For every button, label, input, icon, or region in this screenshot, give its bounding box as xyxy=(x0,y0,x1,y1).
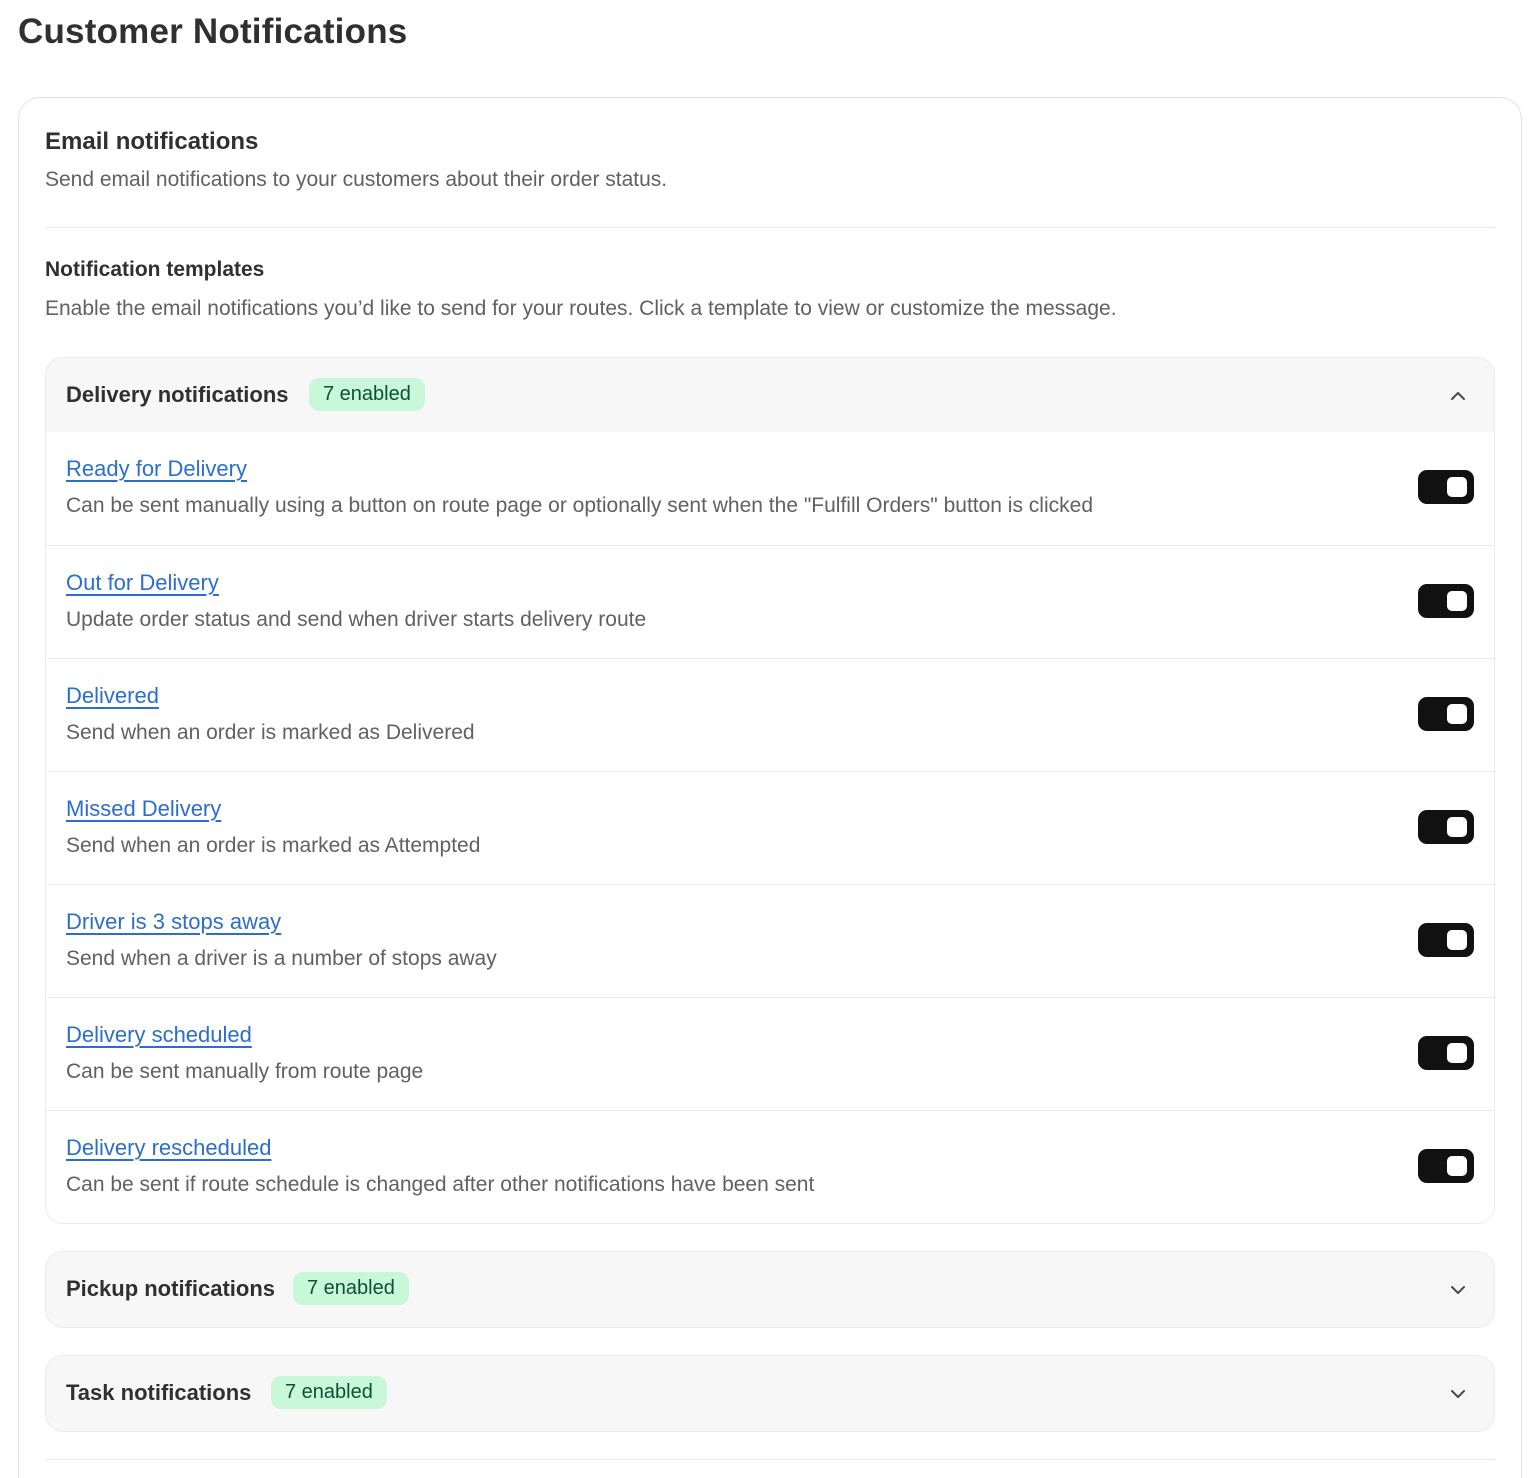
list-item: Missed Delivery Send when an order is ma… xyxy=(46,771,1494,884)
toggle-knob xyxy=(1447,930,1467,950)
toggle-knob xyxy=(1447,1043,1467,1063)
section-divider xyxy=(45,1459,1495,1460)
delivery-notifications-group: Delivery notifications 7 enabled Ready f… xyxy=(45,357,1495,1224)
toggle-knob xyxy=(1447,1156,1467,1176)
email-section-description: Send email notifications to your custome… xyxy=(45,168,668,191)
template-description: Send when a driver is a number of stops … xyxy=(66,947,497,970)
toggle-knob xyxy=(1447,704,1467,724)
task-notifications-group: Task notifications 7 enabled xyxy=(45,1355,1495,1432)
template-description: Can be sent manually from route page xyxy=(66,1060,424,1083)
template-link-missed-delivery[interactable]: Missed Delivery xyxy=(66,796,221,822)
template-link-driver-stops-away[interactable]: Driver is 3 stops away xyxy=(66,909,281,935)
email-notifications-card: Email notifications Send email notificat… xyxy=(18,97,1522,1478)
delivery-enabled-badge: 7 enabled xyxy=(309,378,425,411)
toggle-driver-stops-away[interactable] xyxy=(1418,923,1474,957)
delivery-notifications-title: Delivery notifications xyxy=(66,382,289,407)
task-notifications-header[interactable]: Task notifications 7 enabled xyxy=(46,1356,1494,1430)
chevron-down-icon[interactable] xyxy=(1448,1280,1468,1300)
chevron-up-icon[interactable] xyxy=(1448,386,1468,406)
toggle-delivery-rescheduled[interactable] xyxy=(1418,1149,1474,1183)
chevron-down-icon[interactable] xyxy=(1448,1384,1468,1404)
template-link-delivery-scheduled[interactable]: Delivery scheduled xyxy=(66,1022,252,1048)
template-link-ready-for-delivery[interactable]: Ready for Delivery xyxy=(66,456,247,482)
toggle-out-for-delivery[interactable] xyxy=(1418,584,1474,618)
toggle-knob xyxy=(1447,591,1467,611)
template-link-delivered[interactable]: Delivered xyxy=(66,683,159,709)
page-title: Customer Notifications xyxy=(18,12,408,51)
template-description: Can be sent if route schedule is changed… xyxy=(66,1173,815,1196)
email-section-title: Email notifications xyxy=(45,128,259,155)
toggle-ready-for-delivery[interactable] xyxy=(1418,470,1474,504)
task-notifications-title: Task notifications xyxy=(66,1380,252,1405)
template-description: Update order status and send when driver… xyxy=(66,608,647,631)
list-item: Delivery rescheduled Can be sent if rout… xyxy=(46,1110,1494,1223)
pickup-notifications-group: Pickup notifications 7 enabled xyxy=(45,1251,1495,1328)
toggle-delivery-scheduled[interactable] xyxy=(1418,1036,1474,1070)
delivery-notifications-header[interactable]: Delivery notifications 7 enabled xyxy=(46,358,1494,432)
toggle-knob xyxy=(1447,817,1467,837)
list-item: Out for Delivery Update order status and… xyxy=(46,545,1494,658)
templates-title: Notification templates xyxy=(45,258,265,281)
pickup-enabled-badge: 7 enabled xyxy=(293,1272,409,1305)
toggle-knob xyxy=(1447,477,1467,497)
template-link-out-for-delivery[interactable]: Out for Delivery xyxy=(66,570,219,596)
list-item: Ready for Delivery Can be sent manually … xyxy=(46,432,1494,545)
template-description: Can be sent manually using a button on r… xyxy=(66,494,1094,517)
template-link-delivery-rescheduled[interactable]: Delivery rescheduled xyxy=(66,1135,271,1161)
delivery-notifications-list: Ready for Delivery Can be sent manually … xyxy=(46,432,1494,1223)
toggle-delivered[interactable] xyxy=(1418,697,1474,731)
list-item: Delivered Send when an order is marked a… xyxy=(46,658,1494,771)
template-description: Send when an order is marked as Delivere… xyxy=(66,721,475,744)
task-enabled-badge: 7 enabled xyxy=(271,1376,387,1409)
template-description: Send when an order is marked as Attempte… xyxy=(66,834,481,857)
pickup-notifications-title: Pickup notifications xyxy=(66,1276,276,1301)
section-divider xyxy=(45,227,1495,228)
toggle-missed-delivery[interactable] xyxy=(1418,810,1474,844)
list-item: Driver is 3 stops away Send when a drive… xyxy=(46,884,1494,997)
list-item: Delivery scheduled Can be sent manually … xyxy=(46,997,1494,1110)
pickup-notifications-header[interactable]: Pickup notifications 7 enabled xyxy=(46,1252,1494,1326)
templates-description: Enable the email notifications you’d lik… xyxy=(45,297,1117,320)
